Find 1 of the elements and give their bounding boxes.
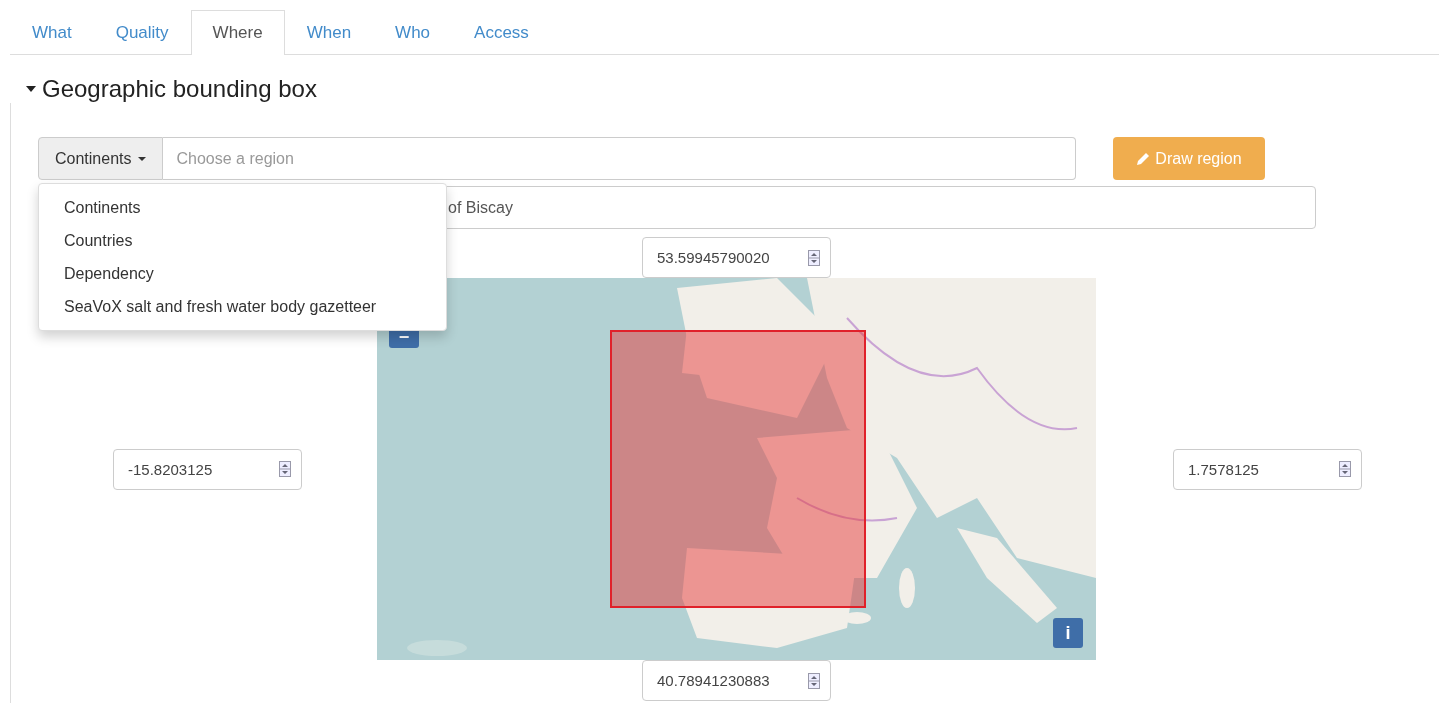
section-title: Geographic bounding box [42, 75, 317, 103]
